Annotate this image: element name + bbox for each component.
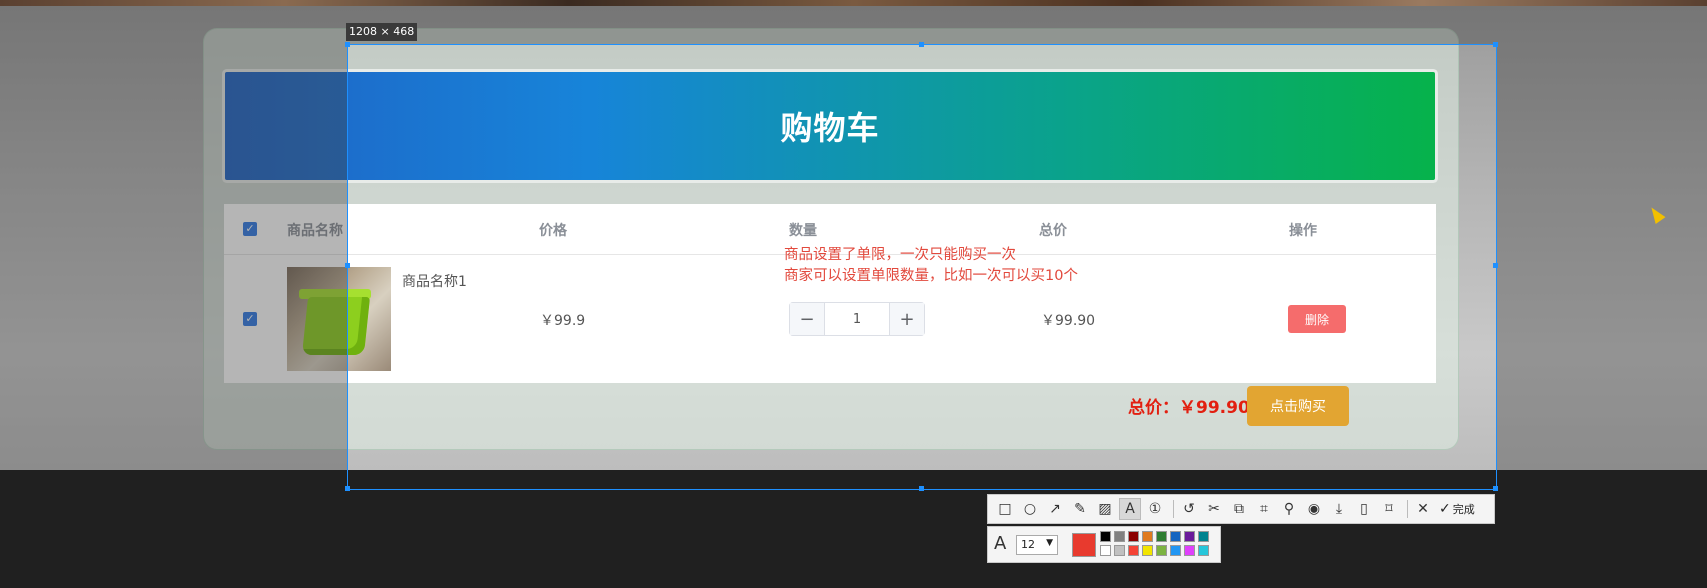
color-swatch[interactable]	[1170, 531, 1181, 542]
ellipse-icon[interactable]: ○	[1019, 498, 1041, 520]
text-style-bar: A 12 ▼	[987, 526, 1221, 563]
resize-handle-l[interactable]	[345, 263, 350, 268]
color-swatch[interactable]	[1184, 531, 1195, 542]
rectangle-icon[interactable]: □	[994, 498, 1016, 520]
number-icon[interactable]: ①	[1144, 498, 1166, 520]
color-swatch[interactable]	[1114, 545, 1125, 556]
bookmark-icon[interactable]: ⌑	[1378, 498, 1400, 520]
color-swatch[interactable]	[1156, 545, 1167, 556]
undo-icon[interactable]: ↺	[1178, 498, 1200, 520]
pin-icon[interactable]: ⚲	[1278, 498, 1300, 520]
text-icon[interactable]: A	[1119, 498, 1141, 520]
select-all-checkbox[interactable]: ✓	[243, 222, 257, 236]
resize-handle-t[interactable]	[919, 42, 924, 47]
resize-handle-br[interactable]	[1493, 486, 1498, 491]
resize-handle-tl[interactable]	[345, 42, 350, 47]
color-swatch[interactable]	[1198, 531, 1209, 542]
done-label: 完成	[1452, 503, 1475, 516]
resize-handle-tr[interactable]	[1493, 42, 1498, 47]
color-swatch[interactable]	[1142, 545, 1153, 556]
column-header-name: 商品名称	[287, 223, 343, 239]
color-swatch[interactable]	[1156, 531, 1167, 542]
color-swatch[interactable]	[1114, 531, 1125, 542]
done-button[interactable]: ✓ 完成	[1439, 501, 1475, 517]
download-icon[interactable]: ⤓	[1328, 498, 1350, 520]
color-swatch[interactable]	[1128, 545, 1139, 556]
resize-handle-r[interactable]	[1493, 263, 1498, 268]
copy-icon[interactable]: ⧉	[1228, 498, 1250, 520]
font-icon: A	[994, 533, 1007, 554]
arrow-icon[interactable]: ↗	[1044, 498, 1066, 520]
phone-icon[interactable]: ▯	[1353, 498, 1375, 520]
chevron-down-icon: ▼	[1046, 538, 1053, 548]
screenshot-toolbar: □ ○ ↗ ✎ ▨ A ① ↺ ✂ ⧉ ⌗ ⚲ ◉ ⤓ ▯ ⌑ ✕ ✓ 完成	[987, 494, 1495, 524]
color-swatch[interactable]	[1128, 531, 1139, 542]
resize-handle-bl[interactable]	[345, 486, 350, 491]
color-swatch[interactable]	[1184, 545, 1195, 556]
close-icon[interactable]: ✕	[1412, 498, 1434, 520]
color-swatch[interactable]	[1100, 531, 1111, 542]
selection-size-label: 1208 × 468	[346, 23, 418, 41]
resize-handle-b[interactable]	[919, 486, 924, 491]
color-swatch[interactable]	[1142, 531, 1153, 542]
check-icon: ✓	[1439, 501, 1451, 517]
toolbar-divider	[1173, 500, 1174, 518]
color-swatch[interactable]	[1198, 545, 1209, 556]
capture-selection[interactable]	[347, 44, 1497, 490]
pen-icon[interactable]: ✎	[1069, 498, 1091, 520]
row-checkbox[interactable]: ✓	[243, 312, 257, 326]
color-swatch[interactable]	[1170, 545, 1181, 556]
font-size-select[interactable]: 12 ▼	[1016, 535, 1058, 555]
color-swatch[interactable]	[1100, 545, 1111, 556]
font-size-value: 12	[1021, 538, 1035, 551]
mosaic-icon[interactable]: ▨	[1094, 498, 1116, 520]
record-icon[interactable]: ◉	[1303, 498, 1325, 520]
scissors-icon[interactable]: ✂	[1203, 498, 1225, 520]
toolbar-divider	[1407, 500, 1408, 518]
current-color-swatch[interactable]	[1072, 533, 1096, 557]
ocr-icon[interactable]: ⌗	[1253, 498, 1275, 520]
